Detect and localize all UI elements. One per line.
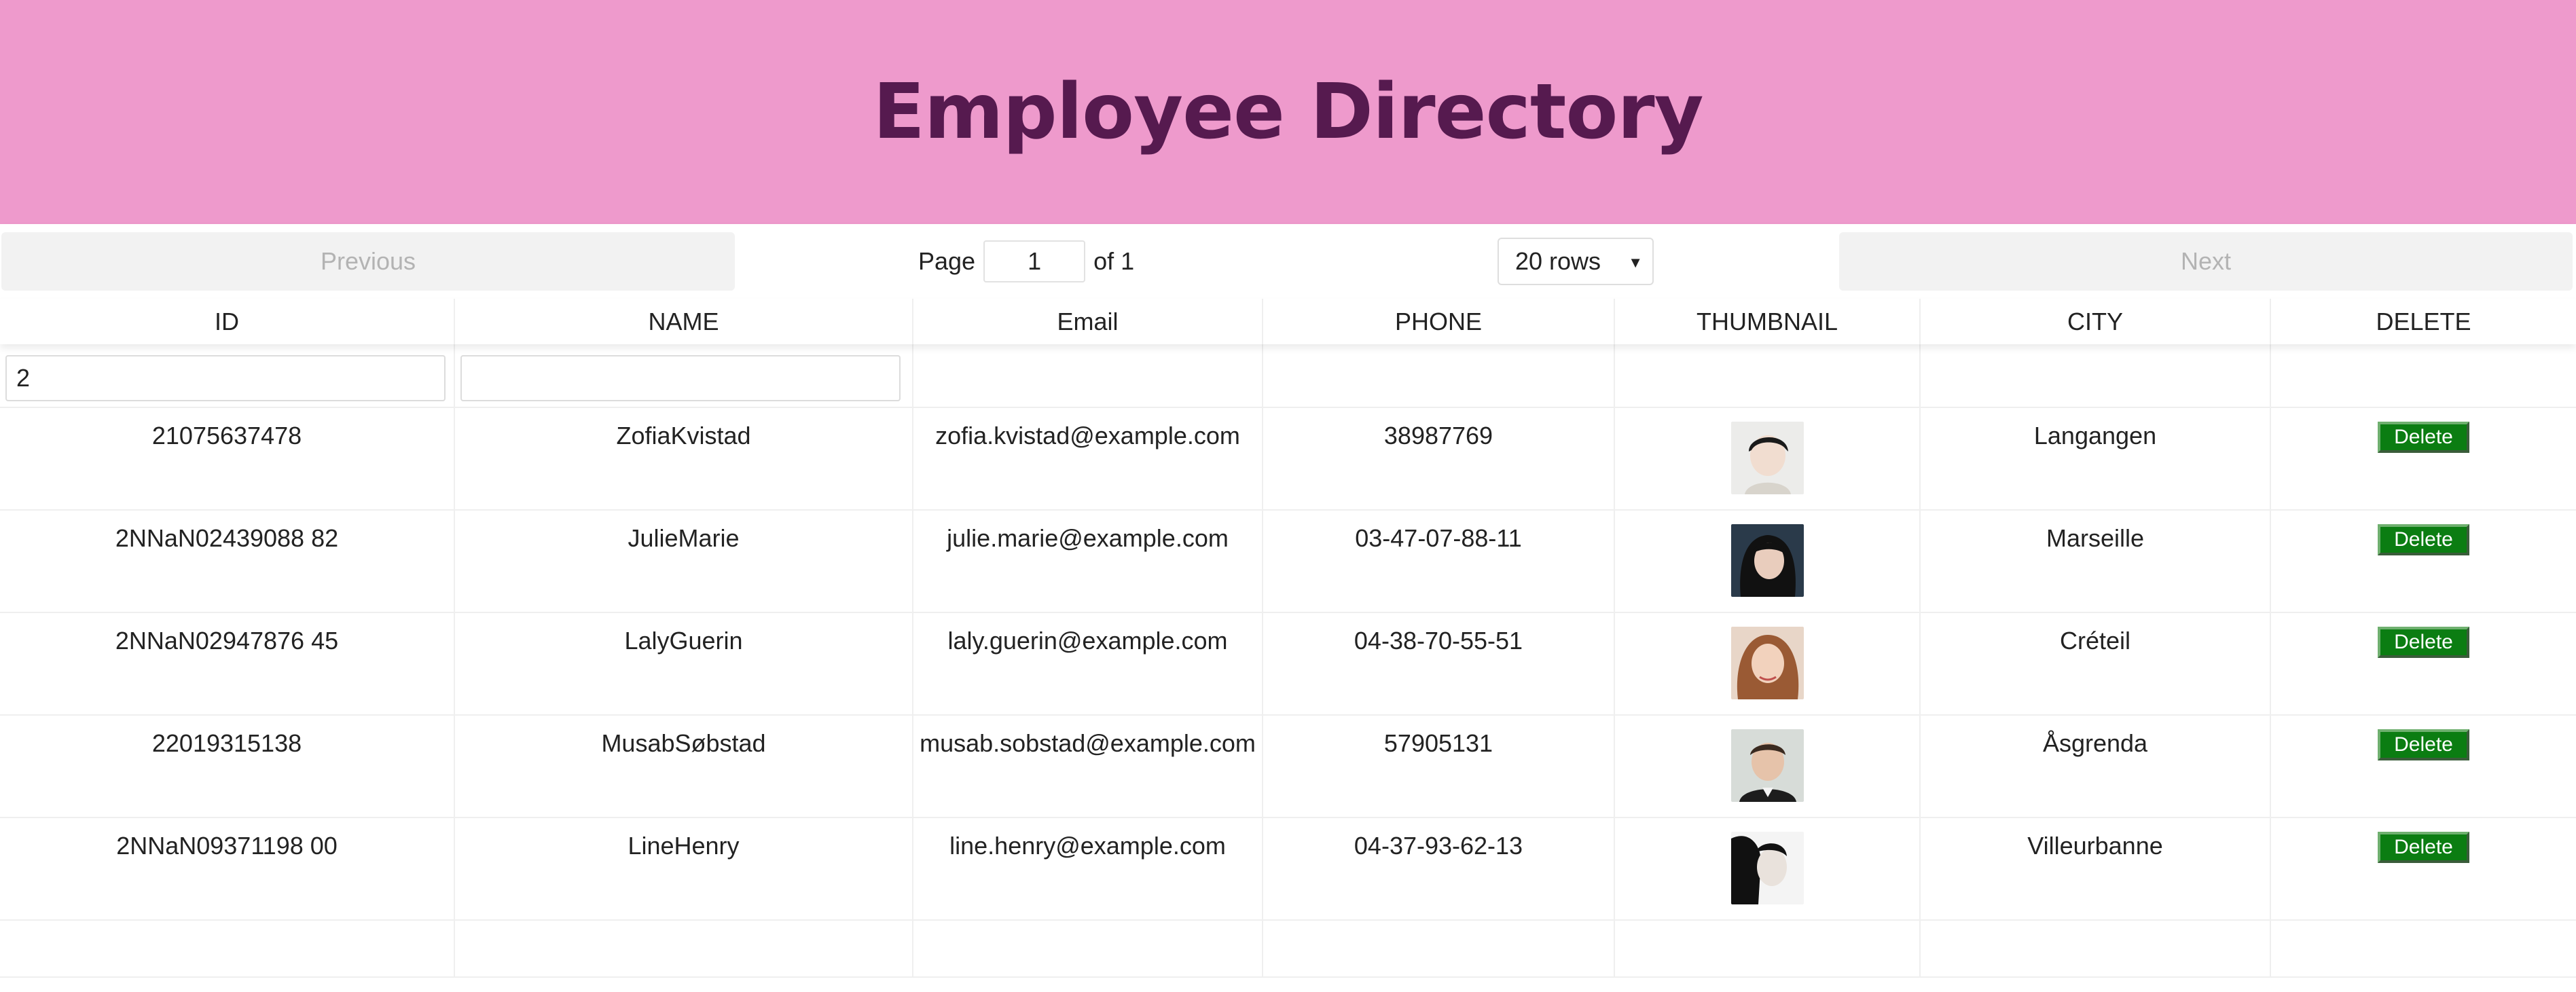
cell-id: 2NNaN02439088 82 xyxy=(0,511,455,612)
avatar xyxy=(1730,627,1804,699)
delete-button[interactable]: Delete xyxy=(2378,627,2469,658)
cell-id: 2NNaN02947876 45 xyxy=(0,613,455,714)
avatar-image xyxy=(1730,627,1804,699)
cell-thumbnail xyxy=(1615,613,1921,714)
column-header-thumbnail[interactable]: THUMBNAIL xyxy=(1615,299,1921,344)
cell-delete: Delete xyxy=(2271,511,2576,612)
filter-cell-empty xyxy=(1615,344,1921,407)
table-row: 2NNaN02439088 82 JulieMarie julie.marie@… xyxy=(0,511,2576,613)
avatar-image xyxy=(1730,422,1804,494)
table-row: 2NNaN09371198 00 LineHenry line.henry@ex… xyxy=(0,818,2576,921)
page-total-label: of 1 xyxy=(1093,247,1135,275)
cell-email: zofia.kvistad@example.com xyxy=(913,408,1263,509)
table-row: 21075637478 ZofiaKvistad zofia.kvistad@e… xyxy=(0,408,2576,511)
delete-button[interactable]: Delete xyxy=(2378,729,2469,760)
filter-row xyxy=(0,344,2576,408)
delete-button[interactable]: Delete xyxy=(2378,832,2469,863)
column-header-phone[interactable]: PHONE xyxy=(1263,299,1615,344)
cell-email: line.henry@example.com xyxy=(913,818,1263,919)
filter-cell-empty xyxy=(1263,344,1615,407)
cell-id: 2NNaN09371198 00 xyxy=(0,818,455,919)
cell-city: Åsgrenda xyxy=(1921,716,2271,817)
cell-delete: Delete xyxy=(2271,408,2576,509)
cell-city: Langangen xyxy=(1921,408,2271,509)
table-row: 22019315138 MusabSøbstad musab.sobstad@e… xyxy=(0,716,2576,818)
cell-phone: 38987769 xyxy=(1263,408,1615,509)
next-button[interactable]: Next xyxy=(1839,232,2573,291)
cell-name: JulieMarie xyxy=(455,511,913,612)
cell-name: LineHenry xyxy=(455,818,913,919)
cell-thumbnail xyxy=(1615,408,1921,509)
column-header-city[interactable]: CITY xyxy=(1921,299,2271,344)
cell-email: musab.sobstad@example.com xyxy=(913,716,1263,817)
cell-thumbnail xyxy=(1615,716,1921,817)
cell-phone: 03-47-07-88-11 xyxy=(1263,511,1615,612)
cell-delete: Delete xyxy=(2271,613,2576,714)
previous-button[interactable]: Previous xyxy=(1,232,735,291)
column-header-email[interactable]: Email xyxy=(913,299,1263,344)
cell-city: Créteil xyxy=(1921,613,2271,714)
delete-button[interactable]: Delete xyxy=(2378,524,2469,555)
cell-name: LalyGuerin xyxy=(455,613,913,714)
pagination-bar: Previous Page of 1 20 rows ▼ Next xyxy=(0,224,2576,299)
page-title: Employee Directory xyxy=(873,68,1703,156)
column-header-delete[interactable]: DELETE xyxy=(2271,299,2576,344)
employee-table: ID NAME Email PHONE THUMBNAIL CITY DELET… xyxy=(0,299,2576,978)
cell-delete: Delete xyxy=(2271,716,2576,817)
cell-empty xyxy=(0,921,455,976)
app-header: Employee Directory xyxy=(0,0,2576,224)
cell-id: 22019315138 xyxy=(0,716,455,817)
column-header-id[interactable]: ID xyxy=(0,299,455,344)
cell-name: ZofiaKvistad xyxy=(455,408,913,509)
avatar xyxy=(1730,729,1804,802)
cell-empty xyxy=(2271,921,2576,976)
id-filter-input[interactable] xyxy=(5,355,446,401)
cell-email: laly.guerin@example.com xyxy=(913,613,1263,714)
cell-thumbnail xyxy=(1615,511,1921,612)
page-label: Page xyxy=(918,247,976,275)
avatar-image xyxy=(1730,832,1804,904)
page-info: Page of 1 xyxy=(918,239,1134,284)
page-number-input[interactable] xyxy=(983,240,1086,282)
table-row: 2NNaN02947876 45 LalyGuerin laly.guerin@… xyxy=(0,613,2576,716)
cell-city: Marseille xyxy=(1921,511,2271,612)
avatar xyxy=(1730,422,1804,494)
cell-empty xyxy=(1921,921,2271,976)
cell-phone: 04-38-70-55-51 xyxy=(1263,613,1615,714)
avatar-image xyxy=(1730,524,1804,597)
rows-per-page-select[interactable]: 20 rows ▼ xyxy=(1498,238,1654,285)
avatar-image xyxy=(1730,729,1804,802)
cell-id: 21075637478 xyxy=(0,408,455,509)
filter-cell-id xyxy=(0,344,455,407)
dropdown-caret-icon: ▼ xyxy=(1628,254,1643,271)
filter-cell-empty xyxy=(913,344,1263,407)
cell-empty xyxy=(1263,921,1615,976)
filter-cell-name xyxy=(455,344,913,407)
cell-email: julie.marie@example.com xyxy=(913,511,1263,612)
table-header: ID NAME Email PHONE THUMBNAIL CITY DELET… xyxy=(0,299,2576,344)
cell-city: Villeurbanne xyxy=(1921,818,2271,919)
cell-empty xyxy=(913,921,1263,976)
cell-empty xyxy=(1615,921,1921,976)
column-header-name[interactable]: NAME xyxy=(455,299,913,344)
cell-thumbnail xyxy=(1615,818,1921,919)
avatar xyxy=(1730,832,1804,904)
rows-per-page-value: 20 rows xyxy=(1515,247,1601,275)
cell-phone: 04-37-93-62-13 xyxy=(1263,818,1615,919)
filter-cell-empty xyxy=(2271,344,2576,407)
cell-name: MusabSøbstad xyxy=(455,716,913,817)
cell-phone: 57905131 xyxy=(1263,716,1615,817)
filter-cell-empty xyxy=(1921,344,2271,407)
table-row-empty xyxy=(0,921,2576,978)
cell-delete: Delete xyxy=(2271,818,2576,919)
avatar xyxy=(1730,524,1804,597)
name-filter-input[interactable] xyxy=(460,355,901,401)
cell-empty xyxy=(455,921,913,976)
delete-button[interactable]: Delete xyxy=(2378,422,2469,453)
